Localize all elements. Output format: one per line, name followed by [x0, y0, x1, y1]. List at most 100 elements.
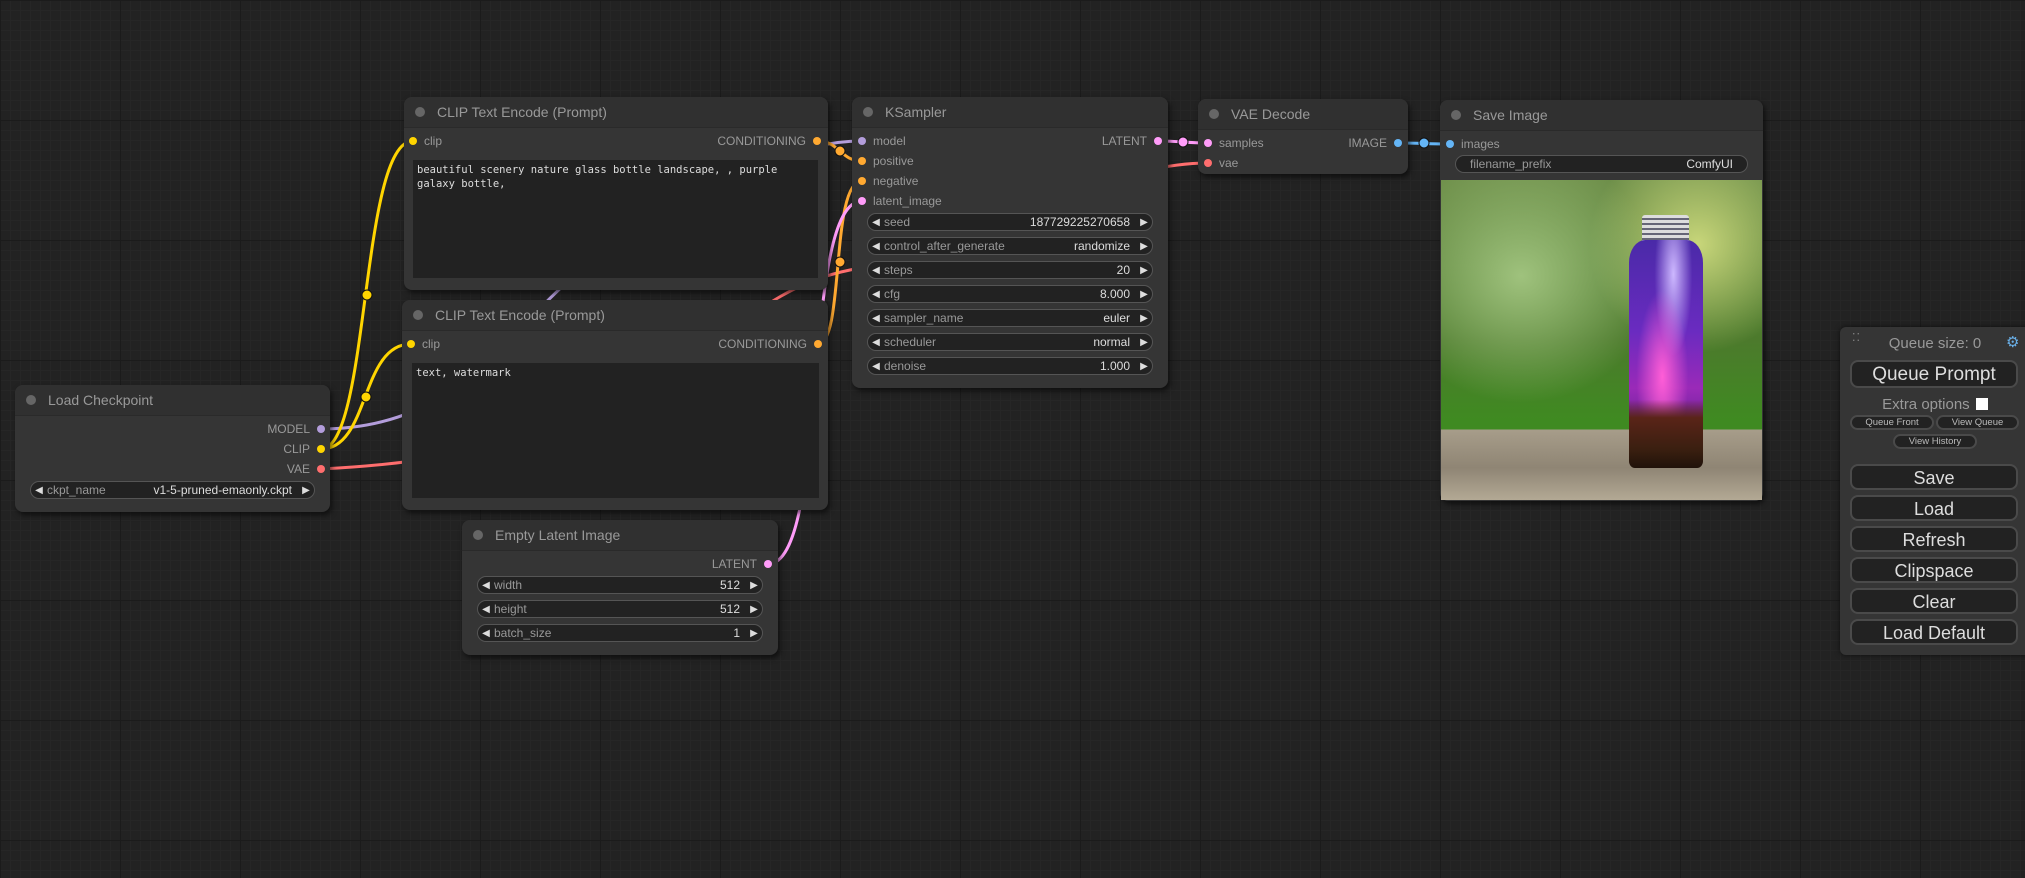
collapse-dot-icon[interactable] [473, 530, 483, 540]
decrement-arrow-icon[interactable]: ◀ [478, 580, 494, 591]
increment-arrow-icon[interactable]: ▶ [1136, 337, 1152, 348]
queue-front-button[interactable]: Queue Front [1850, 415, 1934, 430]
output-latent[interactable]: LATENT [712, 556, 772, 572]
decrement-arrow-icon[interactable]: ◀ [868, 241, 884, 252]
input-clip[interactable]: clip [409, 133, 442, 149]
increment-arrow-icon[interactable]: ▶ [1136, 361, 1152, 372]
widget-seed[interactable]: ◀ seed 187729225270658 ▶ [867, 213, 1153, 231]
widget-filename-prefix[interactable]: filename_prefix ComfyUI [1455, 155, 1748, 173]
increment-arrow-icon[interactable]: ▶ [746, 604, 762, 615]
input-images[interactable]: images [1446, 136, 1500, 152]
decrement-arrow-icon[interactable]: ◀ [868, 265, 884, 276]
input-model[interactable]: model [858, 133, 906, 149]
widget-scheduler[interactable]: ◀ scheduler normal ▶ [867, 333, 1153, 351]
collapse-dot-icon[interactable] [863, 107, 873, 117]
input-vae[interactable]: vae [1204, 155, 1238, 171]
input-clip[interactable]: clip [407, 336, 440, 352]
decrement-arrow-icon[interactable]: ◀ [868, 337, 884, 348]
widget-height[interactable]: ◀ height 512 ▶ [477, 600, 763, 618]
increment-arrow-icon[interactable]: ▶ [746, 580, 762, 591]
node-title-bar[interactable]: Save Image [1440, 100, 1763, 131]
output-pin-icon[interactable] [317, 464, 325, 473]
output-pin-icon[interactable] [813, 136, 821, 145]
clear-button[interactable]: Clear [1850, 588, 2018, 614]
refresh-button[interactable]: Refresh [1850, 526, 2018, 552]
collapse-dot-icon[interactable] [1209, 109, 1219, 119]
input-pin-icon[interactable] [407, 339, 415, 348]
input-negative[interactable]: negative [858, 173, 918, 189]
widget-steps[interactable]: ◀ steps 20 ▶ [867, 261, 1153, 279]
node-save-image[interactable]: Save Image images filename_prefix ComfyU… [1440, 100, 1763, 501]
collapse-dot-icon[interactable] [26, 395, 36, 405]
widget-control-after-generate[interactable]: ◀ control_after_generate randomize ▶ [867, 237, 1153, 255]
increment-arrow-icon[interactable]: ▶ [1136, 241, 1152, 252]
output-latent[interactable]: LATENT [1102, 133, 1162, 149]
decrement-arrow-icon[interactable]: ◀ [31, 485, 47, 496]
widget-sampler-name[interactable]: ◀ sampler_name euler ▶ [867, 309, 1153, 327]
increment-arrow-icon[interactable]: ▶ [1136, 289, 1152, 300]
widget-ckpt-name[interactable]: ◀ ckpt_name v1-5-pruned-emaonly.ckpt ▶ [30, 481, 315, 499]
widget-batch-size[interactable]: ◀ batch_size 1 ▶ [477, 624, 763, 642]
input-pin-icon[interactable] [858, 136, 866, 145]
node-vae-decode[interactable]: VAE Decode samples vae IMAGE [1198, 99, 1408, 174]
output-pin-icon[interactable] [317, 424, 325, 433]
input-latent-image[interactable]: latent_image [858, 193, 942, 209]
output-model[interactable]: MODEL [267, 421, 325, 437]
input-pin-icon[interactable] [858, 156, 866, 165]
widget-width[interactable]: ◀ width 512 ▶ [477, 576, 763, 594]
queue-prompt-button[interactable]: Queue Prompt [1850, 360, 2018, 388]
node-title-bar[interactable]: Load Checkpoint [15, 385, 330, 416]
node-clip-text-encode-positive[interactable]: CLIP Text Encode (Prompt) clip CONDITION… [404, 97, 828, 290]
node-clip-text-encode-negative[interactable]: CLIP Text Encode (Prompt) clip CONDITION… [402, 300, 828, 510]
prompt-textarea[interactable]: beautiful scenery nature glass bottle la… [413, 160, 818, 278]
collapse-dot-icon[interactable] [413, 310, 423, 320]
collapse-dot-icon[interactable] [1451, 110, 1461, 120]
node-title-bar[interactable]: VAE Decode [1198, 99, 1408, 130]
input-pin-icon[interactable] [409, 136, 417, 145]
collapse-dot-icon[interactable] [415, 107, 425, 117]
save-button[interactable]: Save [1850, 464, 2018, 490]
input-pin-icon[interactable] [858, 196, 866, 205]
input-pin-icon[interactable] [858, 176, 866, 185]
output-conditioning[interactable]: CONDITIONING [718, 336, 822, 352]
input-pin-icon[interactable] [1446, 139, 1454, 148]
generated-image-preview[interactable] [1441, 180, 1762, 500]
node-title-bar[interactable]: CLIP Text Encode (Prompt) [404, 97, 828, 128]
prompt-textarea[interactable]: text, watermark [412, 363, 819, 498]
decrement-arrow-icon[interactable]: ◀ [868, 217, 884, 228]
output-vae[interactable]: VAE [287, 461, 325, 477]
node-title-bar[interactable]: Empty Latent Image [462, 520, 778, 551]
input-pin-icon[interactable] [1204, 158, 1212, 167]
output-image[interactable]: IMAGE [1348, 135, 1402, 151]
widget-cfg[interactable]: ◀ cfg 8.000 ▶ [867, 285, 1153, 303]
view-queue-button[interactable]: View Queue [1936, 415, 2019, 430]
increment-arrow-icon[interactable]: ▶ [746, 628, 762, 639]
output-pin-icon[interactable] [1394, 138, 1402, 147]
output-clip[interactable]: CLIP [283, 441, 325, 457]
node-ksampler[interactable]: KSampler model positive negative latent_… [852, 97, 1168, 388]
output-pin-icon[interactable] [764, 559, 772, 568]
decrement-arrow-icon[interactable]: ◀ [868, 361, 884, 372]
input-positive[interactable]: positive [858, 153, 914, 169]
input-samples[interactable]: samples [1204, 135, 1264, 151]
view-history-button[interactable]: View History [1893, 434, 1977, 449]
input-pin-icon[interactable] [1204, 138, 1212, 147]
increment-arrow-icon[interactable]: ▶ [1136, 313, 1152, 324]
load-button[interactable]: Load [1850, 495, 2018, 521]
increment-arrow-icon[interactable]: ▶ [1136, 265, 1152, 276]
output-pin-icon[interactable] [317, 444, 325, 453]
load-default-button[interactable]: Load Default [1850, 619, 2018, 645]
node-title-bar[interactable]: CLIP Text Encode (Prompt) [402, 300, 828, 331]
widget-denoise[interactable]: ◀ denoise 1.000 ▶ [867, 357, 1153, 375]
node-load-checkpoint[interactable]: Load Checkpoint MODEL CLIP VAE ◀ ckpt_na… [15, 385, 330, 512]
decrement-arrow-icon[interactable]: ◀ [478, 604, 494, 615]
output-pin-icon[interactable] [1154, 136, 1162, 145]
output-pin-icon[interactable] [814, 339, 822, 348]
clipspace-button[interactable]: Clipspace [1850, 557, 2018, 583]
output-conditioning[interactable]: CONDITIONING [717, 133, 821, 149]
extra-options-checkbox[interactable] [1975, 398, 1988, 410]
increment-arrow-icon[interactable]: ▶ [298, 485, 314, 496]
node-title-bar[interactable]: KSampler [852, 97, 1168, 128]
decrement-arrow-icon[interactable]: ◀ [868, 289, 884, 300]
settings-gear-icon[interactable]: ⚙ [2006, 333, 2019, 351]
